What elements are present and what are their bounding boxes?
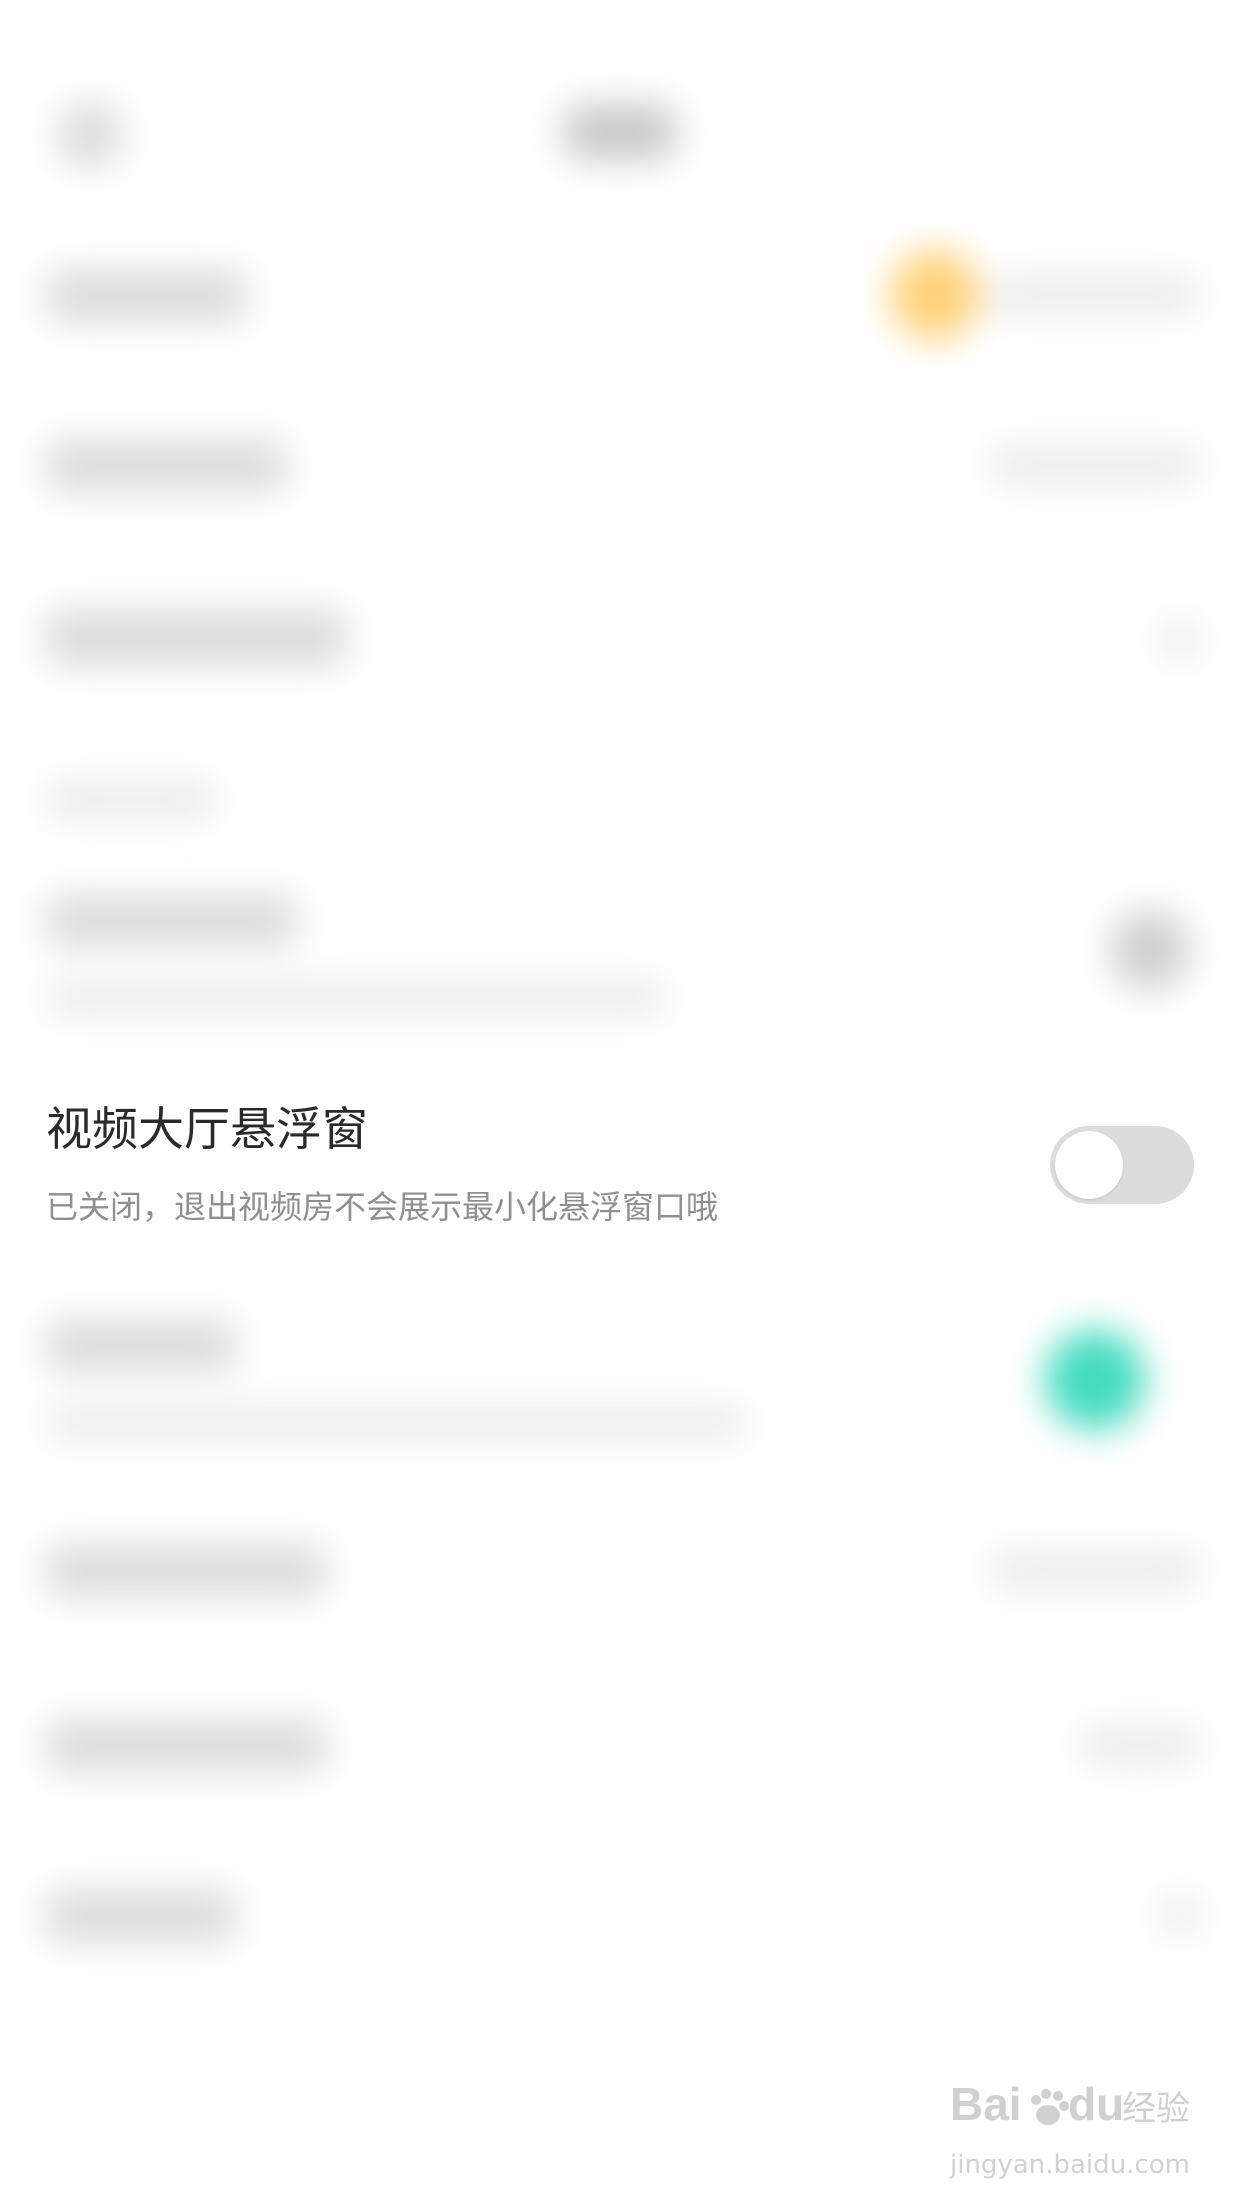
blurred-row-desc [46, 980, 666, 1016]
setting-title: 视频大厅悬浮窗 [46, 1102, 368, 1156]
blurred-row-label [46, 895, 296, 947]
blurred-row-desc [46, 1405, 746, 1441]
blurred-row-label [46, 1320, 236, 1372]
blurred-row-value [990, 1550, 1200, 1590]
blurred-row-label [46, 270, 246, 322]
baidu-jingyan-watermark: Bai du 经验 jingyan.baidu.com [950, 2070, 1190, 2190]
blurred-row-label [46, 1545, 326, 1597]
blurred-row-value [1080, 1725, 1200, 1765]
blurred-chevron [1160, 1895, 1200, 1935]
blurred-toggle [1110, 910, 1190, 990]
svg-text:Bai: Bai [950, 2078, 1022, 2130]
baidu-logo-icon: Bai du 经验 [950, 2078, 1190, 2130]
blurred-row-value [990, 275, 1200, 315]
blurred-chevron [1160, 620, 1200, 660]
blurred-row-value [990, 445, 1200, 485]
blurred-row-label [46, 440, 286, 492]
setting-row-floating-window: 视频大厅悬浮窗 已关闭，退出视频房不会展示最小化悬浮窗口哦 [0, 1078, 1242, 1258]
blurred-row-label [46, 1890, 236, 1942]
setting-description: 已关闭，退出视频房不会展示最小化悬浮窗口哦 [46, 1188, 719, 1226]
blurred-row-label [46, 1720, 326, 1772]
blurred-avatar [890, 250, 980, 340]
svg-text:du: du [1068, 2078, 1124, 2130]
svg-text:经验: 经验 [1122, 2089, 1190, 2129]
watermark-url: jingyan.baidu.com [950, 2150, 1190, 2180]
blurred-toggle-on [1045, 1330, 1145, 1430]
blurred-section-header [46, 780, 216, 820]
back-icon [60, 105, 120, 165]
toggle-knob [1055, 1131, 1123, 1199]
header-title-blurred [565, 105, 675, 159]
floating-window-toggle[interactable] [1050, 1126, 1194, 1204]
blurred-row-label [46, 610, 346, 666]
